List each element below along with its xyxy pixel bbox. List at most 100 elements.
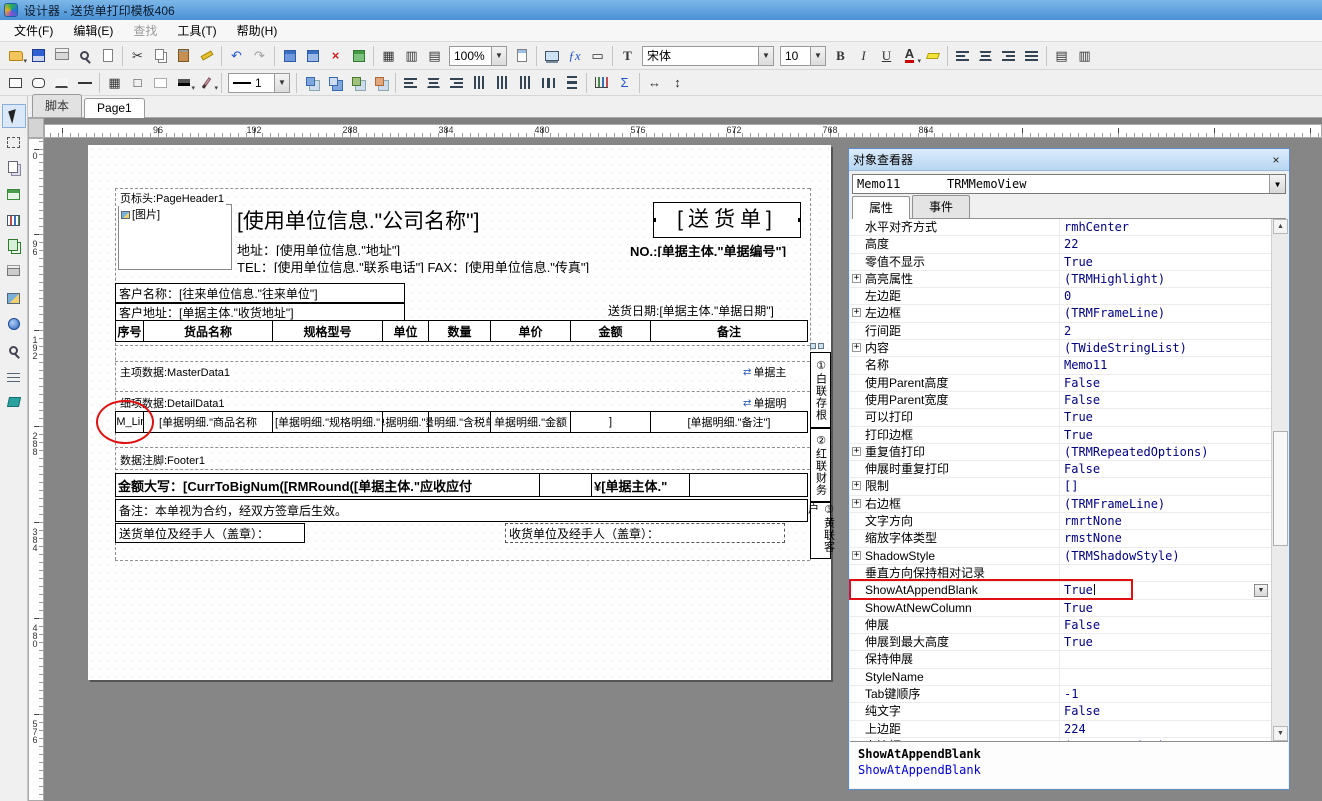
table-header-cell[interactable]: 单位: [383, 321, 429, 341]
company-name-memo[interactable]: [使用单位信息."公司名称"]: [237, 205, 629, 237]
table-header-row[interactable]: 序号货品名称规格型号单位数量单价金额备注: [115, 320, 808, 342]
toolbar-button[interactable]: [293, 71, 300, 94]
名称[interactable]: 名称 Memo11 ▼: [850, 357, 1288, 374]
grid-tool[interactable]: [2, 182, 26, 206]
amount-cell[interactable]: ¥[单据主体.": [592, 474, 690, 496]
group-button[interactable]: [346, 71, 369, 94]
限制[interactable]: 限制 [] ▼: [850, 478, 1288, 495]
detail-link-label[interactable]: ⇄单据明: [743, 395, 809, 411]
chevron-down-icon[interactable]: ▼: [491, 47, 506, 65]
report-page[interactable]: 页标头:PageHeader1 [图片] [使用单位信息."公司名称"] [送货…: [88, 145, 831, 680]
delivery-date-memo[interactable]: 送货日期:[单据主体."单据日期"]: [608, 302, 808, 318]
receiver-sign-memo[interactable]: 收货单位及经手人（盖章）：: [505, 523, 785, 543]
copy-label[interactable]: ③黄联客户: [810, 502, 831, 559]
italic-button[interactable]: I: [852, 44, 875, 67]
customer-name-memo[interactable]: 客户名称：[往来单位信息."往来单位"]: [115, 283, 405, 303]
chevron-down-icon[interactable]: ▼: [1269, 175, 1285, 193]
undo-button[interactable]: ↶: [225, 44, 248, 67]
copy-button[interactable]: [149, 44, 172, 67]
property-scrollbar[interactable]: ▲ ▼: [1271, 219, 1288, 741]
border-none-button[interactable]: [149, 71, 172, 94]
delete-page-button[interactable]: ×: [324, 44, 347, 67]
右边框[interactable]: 右边框 (TRMFrameLine) ▼: [850, 496, 1288, 513]
title-bar[interactable]: 设计器 - 送货单打印模板406: [0, 0, 1322, 20]
ShadowStyle[interactable]: ShadowStyle (TRMShadowStyle) ▼: [850, 548, 1288, 565]
align-middles-button[interactable]: [491, 71, 514, 94]
menu-item[interactable]: 帮助(H): [227, 20, 288, 41]
scroll-up-icon[interactable]: ▲: [1273, 219, 1288, 234]
Tab键顺序[interactable]: Tab键顺序 -1 ▼: [850, 686, 1288, 703]
snap-to-grid-button[interactable]: ▥: [400, 44, 423, 67]
可以打印[interactable]: 可以打印 True ▼: [850, 409, 1288, 426]
menu-item[interactable]: 文件(F): [4, 20, 63, 41]
format-brush-button[interactable]: [195, 44, 218, 67]
scrollbar-thumb[interactable]: [1273, 431, 1288, 546]
font-color-button[interactable]: A: [898, 44, 921, 67]
close-icon[interactable]: ×: [1267, 152, 1285, 168]
send-to-back-button[interactable]: [323, 71, 346, 94]
border-all-button[interactable]: ▦: [103, 71, 126, 94]
frame-bottom-button[interactable]: ▥: [1073, 44, 1096, 67]
纯文字[interactable]: 纯文字 False ▼: [850, 703, 1288, 720]
toolbar-button[interactable]: [119, 44, 126, 67]
align-center-button[interactable]: [974, 44, 997, 67]
pointer-tool[interactable]: [2, 104, 26, 128]
globe-tool[interactable]: [2, 312, 26, 336]
space-vertically-button[interactable]: [560, 71, 583, 94]
doc-title-memo[interactable]: [送货单]: [653, 202, 801, 238]
伸展时重复打印[interactable]: 伸展时重复打印 False ▼: [850, 461, 1288, 478]
align-h-centers-button[interactable]: [422, 71, 445, 94]
伸展[interactable]: 伸展 False ▼: [850, 617, 1288, 634]
underline-rect-tool-button[interactable]: [50, 71, 73, 94]
expand-icon[interactable]: [852, 499, 861, 508]
tab-properties[interactable]: 属性: [852, 196, 910, 219]
detail-cell[interactable]: [单据明细."商品名称: [144, 412, 273, 432]
toolbar-button[interactable]: [1043, 44, 1050, 67]
preview-window-button[interactable]: [540, 44, 563, 67]
table-header-cell[interactable]: 单价: [491, 321, 571, 341]
frame-top-button[interactable]: ▤: [1050, 44, 1073, 67]
paint-tool[interactable]: [2, 390, 26, 414]
水平对齐方式[interactable]: 水平对齐方式 rmhCenter ▼: [850, 219, 1288, 236]
highlight-color-button[interactable]: [921, 44, 944, 67]
font-name-select[interactable]: 宋体 ▼: [642, 46, 774, 66]
table-header-cell[interactable]: 序号: [116, 321, 144, 341]
detail-cell[interactable]: 单据明细."数: [383, 412, 429, 432]
align-bottoms-button[interactable]: [514, 71, 537, 94]
master-link-label[interactable]: ⇄单据主: [743, 364, 809, 380]
horizontal-ruler[interactable]: 96192288384480576672768864: [44, 124, 1322, 138]
zoom-tool[interactable]: [2, 338, 26, 362]
detail-cell[interactable]: [单据明细."规格明细.": [273, 412, 383, 432]
缩放字体类型[interactable]: 缩放字体类型 rmstNone ▼: [850, 530, 1288, 547]
inspector-title-bar[interactable]: 对象查看器 ×: [849, 149, 1289, 171]
menu-item[interactable]: 查找: [123, 20, 167, 41]
零值不显示[interactable]: 零值不显示 True ▼: [850, 254, 1288, 271]
copy-label[interactable]: ②红联财务: [810, 428, 831, 502]
line-draw-tool-button[interactable]: [73, 71, 96, 94]
page-manager-button[interactable]: [347, 44, 370, 67]
amount-cell[interactable]: [690, 474, 807, 496]
detail-cell[interactable]: 量明细."含税单: [429, 412, 491, 432]
sum-button[interactable]: Σ: [613, 71, 636, 94]
tab-page1[interactable]: Page1: [84, 98, 145, 118]
左边框[interactable]: 左边框 (TRMFrameLine) ▼: [850, 305, 1288, 322]
paste-button[interactable]: [172, 44, 195, 67]
band-label-masterdata[interactable]: 主项数据:MasterData1: [118, 364, 232, 380]
StyleName[interactable]: StyleName ▼: [850, 669, 1288, 686]
scroll-down-icon[interactable]: ▼: [1273, 726, 1288, 741]
address-memo[interactable]: 地址：[使用单位信息."地址"]: [237, 240, 629, 256]
tab-script[interactable]: 脚本: [32, 94, 82, 117]
expand-icon[interactable]: [852, 551, 861, 560]
内容[interactable]: 内容 (TWideStringList) ▼: [850, 340, 1288, 357]
amount-cell[interactable]: 金额大写：[CurrToBigNum([RMRound([单据主体."应收应付: [116, 474, 540, 496]
chart-button[interactable]: [590, 71, 613, 94]
expand-icon[interactable]: [852, 308, 861, 317]
print-button[interactable]: [50, 44, 73, 67]
menu-item[interactable]: 编辑(E): [63, 20, 123, 41]
table-header-cell[interactable]: 规格型号: [273, 321, 383, 341]
toolbar-button[interactable]: [392, 71, 399, 94]
new-dialog-page-button[interactable]: [301, 44, 324, 67]
cut-button[interactable]: ✂: [126, 44, 149, 67]
toolbar-button[interactable]: [218, 71, 225, 94]
line-width-select[interactable]: 1 ▼: [228, 73, 290, 93]
